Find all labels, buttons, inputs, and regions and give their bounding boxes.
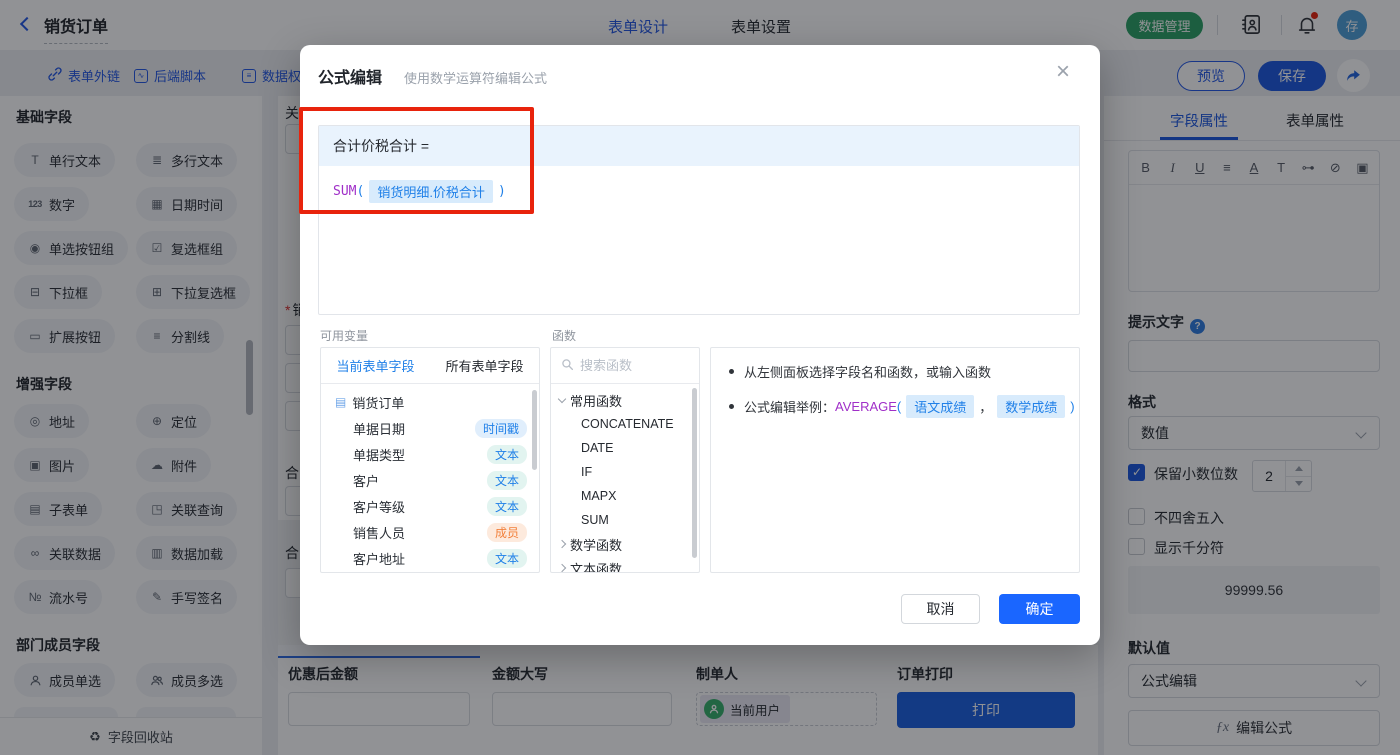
function-item[interactable]: SUM <box>551 508 699 532</box>
variables-label: 可用变量 <box>320 327 368 344</box>
tip-example-prefix: 公式编辑举例： <box>744 397 835 416</box>
function-group-text[interactable]: 文本函数 <box>551 556 699 573</box>
cancel-button[interactable]: 取消 <box>901 594 980 624</box>
variable-row[interactable]: 客户 文本 <box>321 468 539 492</box>
app-root: 销货订单 表单设计 表单设置 数据管理 存 表单外链 ∿ <box>0 0 1400 755</box>
tab-current-form-fields[interactable]: 当前表单字段 <box>321 348 430 383</box>
variable-name: 销售人员 <box>353 523 405 542</box>
variable-name: 单据日期 <box>353 419 405 438</box>
functions-panel: 常用函数 CONCATENATE DATE IF MAPX SUM 数学函数 文… <box>550 347 700 573</box>
variable-row[interactable]: 客户等级 文本 <box>321 494 539 518</box>
type-badge: 文本 <box>487 445 527 464</box>
type-badge: 成员 <box>487 523 527 542</box>
chevron-down-icon <box>558 394 566 402</box>
bullet-icon <box>729 369 734 374</box>
tips-panel: 从左侧面板选择字段名和函数，或输入函数 公式编辑举例： AVERAGE ( 语文… <box>710 347 1080 573</box>
open-paren: ( <box>897 399 901 414</box>
tip-line-1: 从左侧面板选择字段名和函数，或输入函数 <box>729 362 1061 381</box>
function-group-label: 文本函数 <box>570 559 622 574</box>
tab-all-form-fields[interactable]: 所有表单字段 <box>430 348 539 383</box>
variables-scrollbar[interactable] <box>532 390 537 470</box>
modal-subtitle: 使用数学运算符编辑公式 <box>404 68 547 87</box>
function-name: DATE <box>581 441 613 455</box>
functions-label: 函数 <box>552 327 576 344</box>
function-group-math[interactable]: 数学函数 <box>551 532 699 556</box>
variable-row[interactable]: 客户地址 文本 <box>321 546 539 570</box>
annotation-highlight-box <box>299 107 534 214</box>
function-name: MAPX <box>581 489 616 503</box>
variable-name: 单据类型 <box>353 445 405 464</box>
variable-row[interactable]: 单据类型 文本 <box>321 442 539 466</box>
variable-name: 客户等级 <box>353 497 405 516</box>
close-paren: ) <box>1070 399 1074 414</box>
confirm-button[interactable]: 确定 <box>999 594 1080 624</box>
variable-name: 客户 <box>353 471 379 490</box>
form-doc-icon: ▤ <box>335 395 346 409</box>
function-name: IF <box>581 465 592 479</box>
functions-scrollbar[interactable] <box>692 388 697 558</box>
variables-panel: 当前表单字段 所有表单字段 ▤销货订单 单据日期时间戳 单据类型文本 客户文本 … <box>320 347 540 573</box>
type-badge: 时间戳 <box>475 419 527 438</box>
function-item[interactable]: MAPX <box>551 484 699 508</box>
variable-row[interactable]: 销售人员 成员 <box>321 520 539 544</box>
modal-title: 公式编辑 <box>318 64 382 88</box>
chevron-right-icon <box>558 564 566 572</box>
example-chip: 语文成绩 <box>906 395 974 418</box>
chevron-right-icon <box>558 540 566 548</box>
variable-row[interactable]: 单据日期 时间戳 <box>321 416 539 440</box>
function-group-label: 常用函数 <box>570 391 622 410</box>
type-badge: 文本 <box>487 471 527 490</box>
close-icon[interactable]: × <box>1056 60 1070 84</box>
variables-tabs: 当前表单字段 所有表单字段 <box>321 348 539 384</box>
function-group-label: 数学函数 <box>570 535 622 554</box>
tip-text: 从左侧面板选择字段名和函数，或输入函数 <box>744 362 991 381</box>
function-search[interactable] <box>551 348 699 384</box>
search-icon <box>561 358 574 374</box>
comma: ， <box>979 397 992 416</box>
bullet-icon <box>729 404 734 409</box>
function-item[interactable]: CONCATENATE <box>551 412 699 436</box>
function-item[interactable]: IF <box>551 460 699 484</box>
type-badge: 文本 <box>487 549 527 568</box>
root-form-name: 销货订单 <box>352 393 404 412</box>
type-badge: 文本 <box>487 497 527 516</box>
example-chip: 数学成绩 <box>997 395 1065 418</box>
function-name: SUM <box>581 513 609 527</box>
search-input[interactable] <box>580 358 680 373</box>
variables-tree-root[interactable]: ▤ 销货订单 <box>321 390 539 414</box>
function-group-common[interactable]: 常用函数 <box>551 388 699 412</box>
example-function-name: AVERAGE <box>835 399 897 414</box>
tip-line-2: 公式编辑举例： AVERAGE ( 语文成绩 ， 数学成绩 ) <box>729 395 1061 418</box>
function-item[interactable]: DATE <box>551 436 699 460</box>
function-name: CONCATENATE <box>581 417 674 431</box>
variable-name: 客户地址 <box>353 549 405 568</box>
